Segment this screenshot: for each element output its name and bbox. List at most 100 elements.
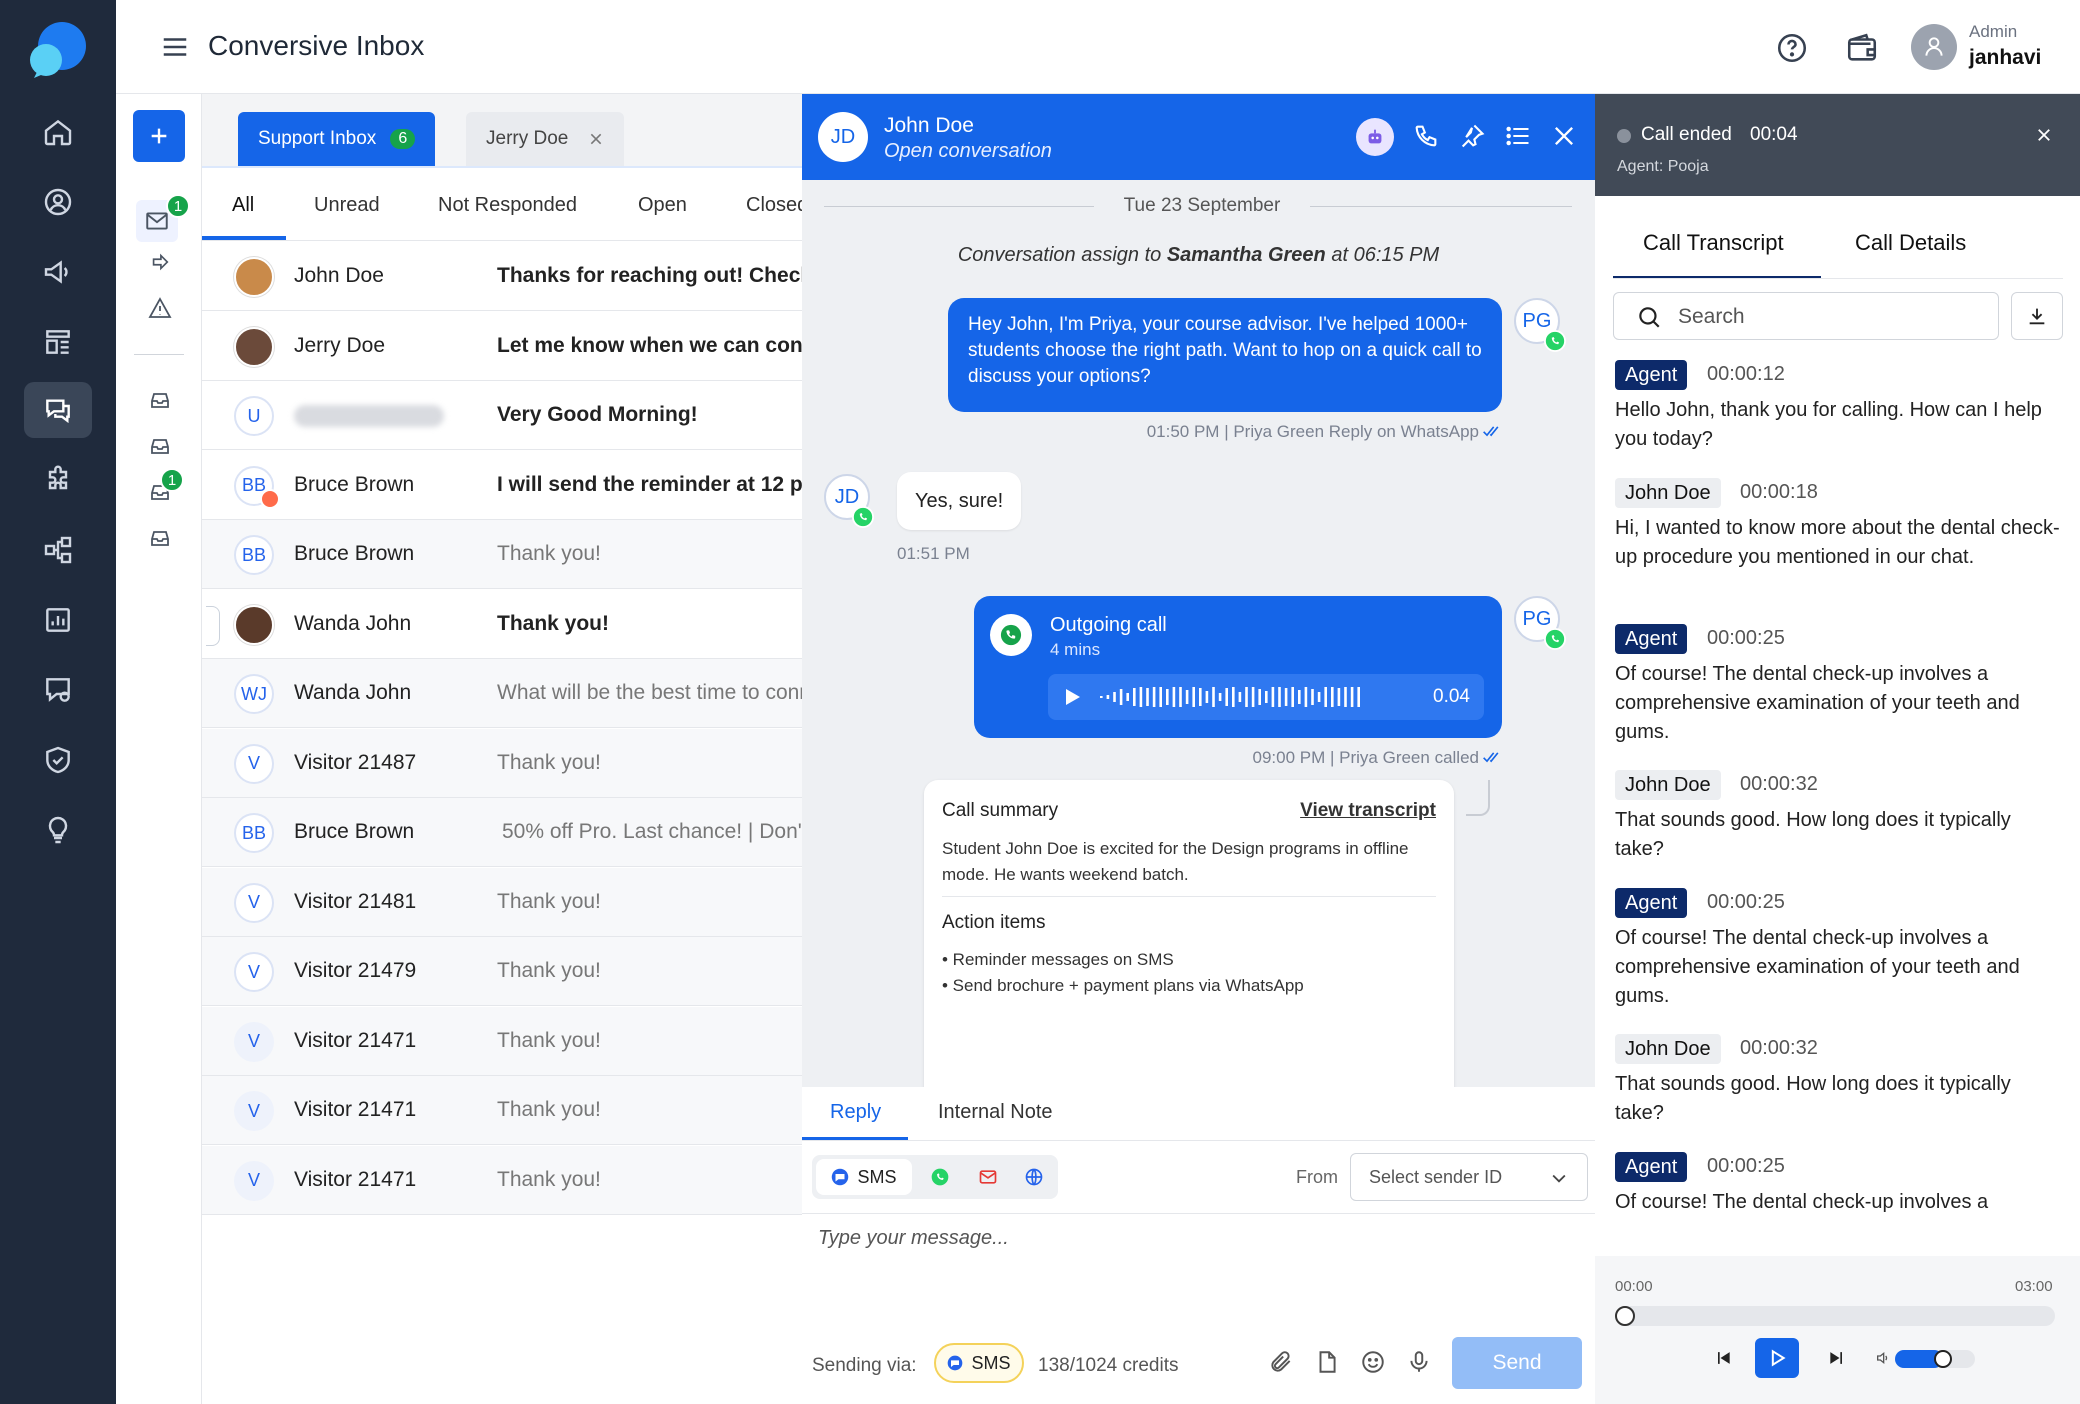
transcript-panel: Call ended 00:04 Agent: Pooja Call Trans… <box>1595 94 2080 1404</box>
skip-forward-icon[interactable] <box>1827 1348 1847 1368</box>
filter-tab-all[interactable]: All <box>232 194 254 217</box>
volume-slider[interactable] <box>1895 1350 1975 1368</box>
reports-icon[interactable] <box>24 592 92 648</box>
close-icon[interactable] <box>1550 122 1578 150</box>
lightbulb-icon[interactable] <box>24 802 92 858</box>
conversation-row[interactable]: V Visitor 21479 Thank you! <box>202 937 802 1006</box>
tab-reply[interactable]: Reply <box>830 1101 881 1124</box>
conversation-row[interactable]: WJ Wanda John What will be the best time t… <box>202 659 802 728</box>
templates-icon[interactable] <box>24 314 92 370</box>
wallet-icon[interactable] <box>1842 28 1882 68</box>
whatsapp-icon[interactable] <box>930 1167 950 1187</box>
message-preview: Thank you! <box>497 1028 601 1052</box>
conversation-row[interactable]: Jerry Doe Let me know when we can connect <box>202 311 802 381</box>
waveform-bar <box>1238 692 1242 702</box>
send-button[interactable]: Send <box>1452 1337 1582 1389</box>
sender-id-select[interactable]: Select sender ID <box>1350 1153 1588 1201</box>
new-conversation-button[interactable] <box>133 110 185 162</box>
emoji-icon[interactable] <box>1360 1349 1386 1375</box>
waveform-bar <box>1159 687 1162 707</box>
filter-tab-not-responded[interactable]: Not Responded <box>438 194 577 217</box>
filter-tab-open[interactable]: Open <box>638 194 687 217</box>
tab-call-transcript[interactable]: Call Transcript <box>1643 230 1784 256</box>
close-icon[interactable] <box>588 131 604 147</box>
web-icon[interactable] <box>1024 1167 1044 1187</box>
conversation-row[interactable]: Wanda John Thank you! <box>202 589 802 659</box>
view-transcript-link[interactable]: View transcript <box>1300 800 1436 822</box>
volume-handle[interactable] <box>1934 1350 1952 1368</box>
transcript-text: That sounds good. How long does it typic… <box>1615 1073 2011 1124</box>
conversation-row[interactable]: U Very Good Morning! <box>202 381 802 450</box>
search-input[interactable]: Search <box>1613 292 1999 340</box>
message-input[interactable]: Type your message... <box>818 1227 1578 1317</box>
support-settings-icon[interactable] <box>24 662 92 718</box>
play-button[interactable] <box>1755 1338 1799 1378</box>
tab-jerry-doe[interactable]: Jerry Doe <box>466 112 625 166</box>
progress-handle[interactable] <box>1615 1306 1635 1326</box>
conversation-row[interactable]: John Doe Thanks for reaching out! Check <box>202 242 802 311</box>
assignment-note: Conversation assign to Samantha Green at… <box>957 244 1440 266</box>
play-button[interactable] <box>1060 685 1084 709</box>
transcript-timestamp: 00:00:25 <box>1707 627 1785 649</box>
conversation-row[interactable]: BB Bruce Brown I will send the reminder at… <box>202 450 802 520</box>
conversation-row[interactable]: V Visitor 21471 Thank you! <box>202 1145 802 1215</box>
contact-name: Visitor 21479 <box>294 959 417 982</box>
conversation-row[interactable]: V Visitor 21487 Thank you! <box>202 728 802 798</box>
speaker-tag: John Doe <box>1615 1034 1721 1064</box>
email-icon[interactable] <box>978 1167 998 1187</box>
channel-sms[interactable]: SMS <box>816 1159 912 1195</box>
hamburger-icon[interactable] <box>160 32 190 62</box>
play-icon <box>1767 1348 1787 1368</box>
attachment-icon[interactable] <box>1268 1349 1294 1375</box>
filter-tab-unread[interactable]: Unread <box>314 194 380 217</box>
avatar: BB <box>234 535 274 575</box>
warning-icon[interactable] <box>144 292 176 324</box>
divider <box>802 1213 1595 1214</box>
progress-track[interactable] <box>1615 1306 2055 1326</box>
microphone-icon[interactable] <box>1406 1349 1432 1375</box>
call-status-dot <box>1617 129 1631 143</box>
sending-channel-chip[interactable]: SMS <box>934 1343 1024 1383</box>
conversation-row[interactable]: BB Bruce Brown 50% off Pro. Last chance! |… <box>202 798 807 867</box>
player-start-time: 00:00 <box>1615 1278 1653 1295</box>
shield-icon[interactable] <box>24 732 92 788</box>
conversation-row[interactable]: V Visitor 21471 Thank you! <box>202 1076 802 1145</box>
tab-support-inbox[interactable]: Support Inbox 6 <box>238 112 436 166</box>
collapse-handle[interactable] <box>206 606 220 646</box>
waveform-bar <box>1284 688 1288 706</box>
bot-button[interactable] <box>1356 118 1394 156</box>
chat-panel: JD John Doe Open conversation Tue 23 Sep… <box>802 94 1595 1404</box>
skip-back-icon[interactable] <box>1713 1348 1733 1368</box>
conversation-row[interactable]: V Visitor 21481 Thank you! <box>202 867 802 937</box>
phone-icon[interactable] <box>1412 122 1440 150</box>
pin-icon[interactable] <box>1458 122 1486 150</box>
contacts-icon[interactable] <box>24 174 92 230</box>
conversation-row[interactable]: V Visitor 21471 Thank you! <box>202 1006 802 1076</box>
user-name: janhavi <box>1969 46 2042 69</box>
inbox-tray-icon[interactable] <box>144 522 176 554</box>
download-button[interactable] <box>2011 292 2063 340</box>
home-icon[interactable] <box>24 104 92 160</box>
list-icon[interactable] <box>1504 122 1532 150</box>
filter-tab-closed[interactable]: Closed <box>746 194 808 217</box>
megaphone-icon[interactable] <box>24 244 92 300</box>
hubspot-icon <box>260 488 280 509</box>
help-icon[interactable] <box>1772 28 1812 68</box>
puzzle-icon[interactable] <box>24 452 92 508</box>
contact-name: Visitor 21471 <box>294 1167 417 1191</box>
chat-icon[interactable] <box>24 382 92 438</box>
tab-internal-note[interactable]: Internal Note <box>938 1101 1053 1124</box>
avatar: V <box>234 952 274 992</box>
divider <box>802 1140 1595 1141</box>
flow-icon[interactable] <box>24 522 92 578</box>
conversation-row[interactable]: BB Bruce Brown Thank you! <box>202 520 802 589</box>
avatar[interactable] <box>1911 24 1957 70</box>
document-icon[interactable] <box>1314 1349 1340 1375</box>
inbox-tray-icon[interactable] <box>144 430 176 462</box>
speaker-tag: Agent <box>1615 360 1688 390</box>
waveform[interactable] <box>1096 684 1376 710</box>
tab-call-details[interactable]: Call Details <box>1855 230 1966 256</box>
inbox-tray-icon[interactable] <box>144 384 176 416</box>
close-icon[interactable] <box>2035 126 2053 144</box>
forward-icon[interactable] <box>144 246 176 278</box>
